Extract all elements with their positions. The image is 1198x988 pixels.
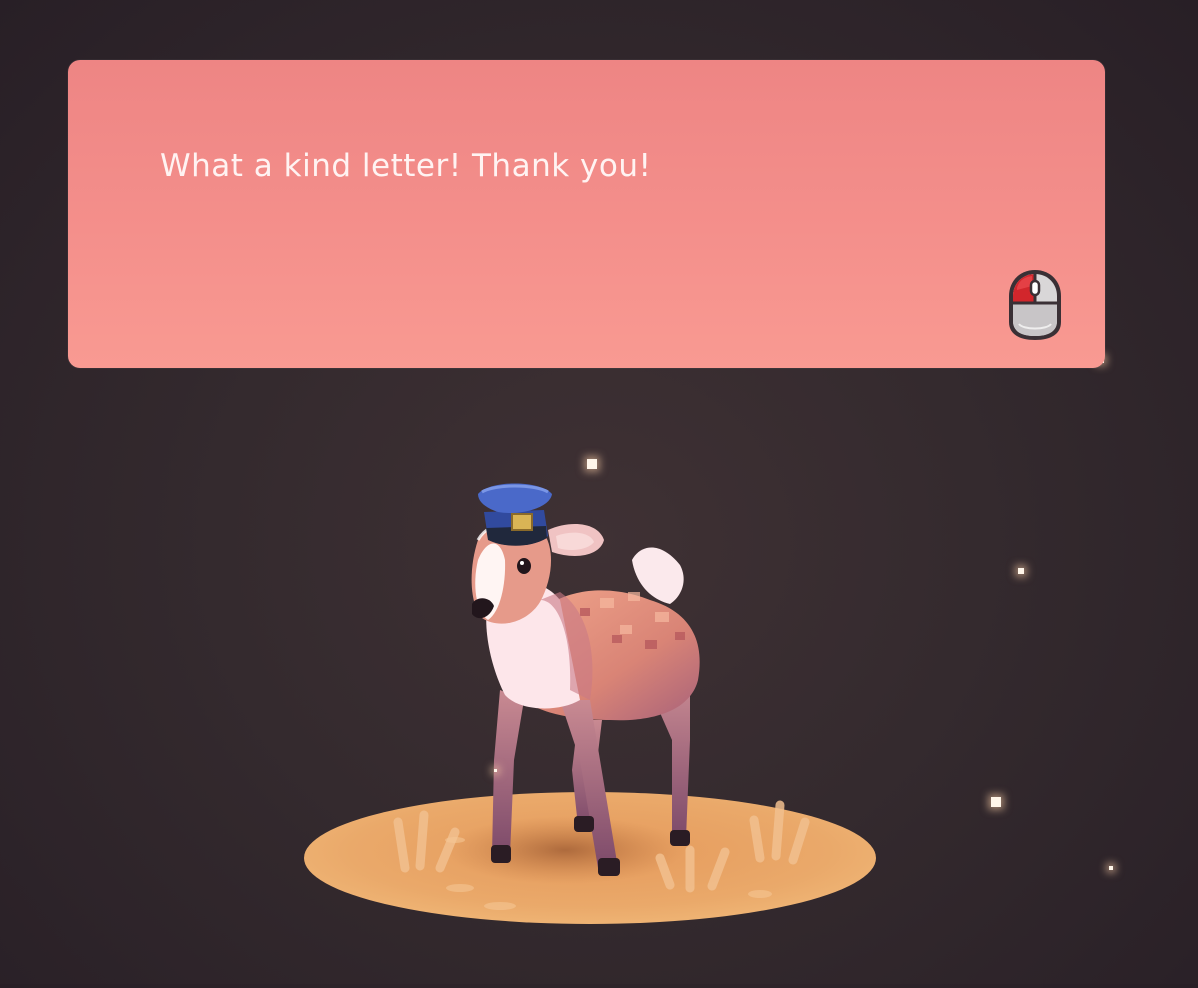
sparkle [991, 797, 1001, 807]
mouse-left-click-icon[interactable] [1005, 266, 1065, 344]
sparkle [494, 769, 497, 772]
sparkle [1109, 866, 1113, 870]
postal-cap [478, 483, 552, 546]
dialog-text: What a kind letter! Thank you! [160, 148, 652, 184]
sparkle [587, 459, 597, 469]
dialog-box[interactable]: What a kind letter! Thank you! [68, 60, 1105, 368]
sparkle [1018, 568, 1024, 574]
